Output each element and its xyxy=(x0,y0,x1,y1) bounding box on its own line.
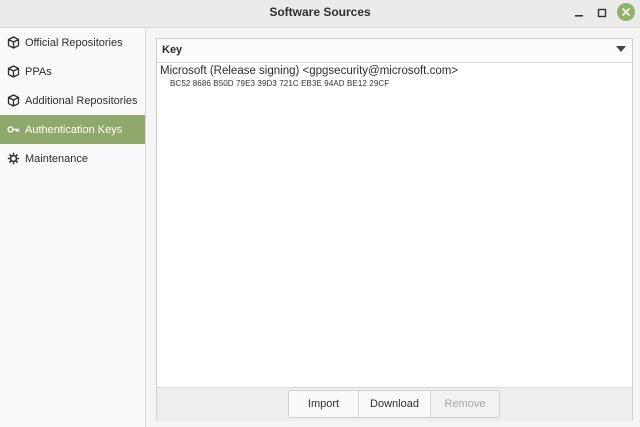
sidebar-item-label: Authentication Keys xyxy=(25,123,123,136)
sidebar-item-ppas[interactable]: PPAs xyxy=(0,57,145,86)
maximize-icon xyxy=(597,8,607,18)
gear-icon xyxy=(7,152,20,165)
package-icon xyxy=(7,65,20,78)
sort-arrow-icon[interactable] xyxy=(616,46,626,52)
remove-button[interactable]: Remove xyxy=(431,391,499,417)
keys-panel: Key Microsoft (Release signing) <gpgsecu… xyxy=(156,38,633,421)
sidebar-item-label: Maintenance xyxy=(25,152,88,165)
sidebar-item-additional-repositories[interactable]: Additional Repositories xyxy=(0,86,145,115)
key-action-buttons: Import Download Remove xyxy=(288,390,500,418)
minimize-icon xyxy=(575,15,583,17)
maximize-button[interactable] xyxy=(593,4,611,22)
sidebar-item-official-repositories[interactable]: Official Repositories xyxy=(0,28,145,57)
key-name: Microsoft (Release signing) <gpgsecurity… xyxy=(160,65,459,77)
download-button[interactable]: Download xyxy=(359,391,431,417)
software-sources-window: Software Sources Official Repositories P… xyxy=(0,0,640,427)
key-fingerprint: BC52 8686 B50D 79E3 39D3 721C EB3E 94AD … xyxy=(170,79,390,88)
sidebar-item-label: Official Repositories xyxy=(25,36,123,49)
import-button[interactable]: Import xyxy=(289,391,359,417)
sidebar-item-label: PPAs xyxy=(25,65,52,78)
close-button[interactable] xyxy=(617,3,635,21)
sidebar-item-label: Additional Repositories xyxy=(25,94,138,107)
package-icon xyxy=(7,36,20,49)
column-header-label: Key xyxy=(162,44,183,56)
window-title: Software Sources xyxy=(269,5,371,19)
sidebar-item-maintenance[interactable]: Maintenance xyxy=(0,144,145,173)
key-list-item[interactable]: Microsoft (Release signing) <gpgsecurity… xyxy=(160,65,628,88)
sidebar: Official Repositories PPAs Additional Re… xyxy=(0,28,146,427)
sidebar-item-authentication-keys[interactable]: Authentication Keys xyxy=(0,115,145,144)
keys-toolbar: Import Download Remove xyxy=(157,387,632,421)
key-icon xyxy=(7,123,20,136)
minimize-button[interactable] xyxy=(570,4,588,22)
close-icon xyxy=(622,8,630,16)
title-bar[interactable]: Software Sources xyxy=(0,0,640,28)
key-column-header[interactable]: Key xyxy=(157,39,632,63)
package-icon xyxy=(7,94,20,107)
